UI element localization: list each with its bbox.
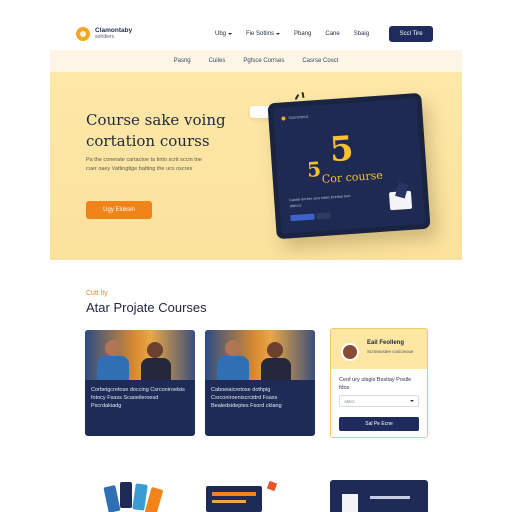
subnav-item-2[interactable]: Cuiles	[209, 58, 226, 64]
nav-item-1[interactable]: Ubg	[215, 31, 233, 37]
hero-section: Course sake voing cortation courss Pa th…	[50, 72, 462, 260]
bottom-item-books-illustration	[103, 480, 168, 512]
section-title: Atar Projate Courses	[86, 300, 207, 315]
instructor-card-header: Eail Feolleng Scrteaostee cosicieoue	[331, 329, 427, 369]
subnav-item-3[interactable]: Pgfsce Corrses	[243, 58, 284, 64]
tablet-big-number: 5	[328, 128, 355, 171]
nav-label: Sbaig	[353, 31, 370, 37]
nav-item-5[interactable]: Sbaig	[354, 31, 369, 37]
nav-item-2[interactable]: Fie Sotlins	[246, 31, 281, 37]
tablet-header: Garnetteca	[281, 114, 308, 121]
tablet-small-number: 5	[306, 156, 322, 182]
instructor-card: Eail Feolleng Scrteaostee cosicieoue Ceo…	[330, 328, 428, 438]
chevron-down-icon	[276, 33, 281, 35]
avatar	[341, 343, 359, 361]
bottom-item-card-preview	[330, 480, 428, 512]
course-card-text: Caboeiaicretose dothpig Csrconiroeniscrc…	[211, 387, 282, 409]
bottom-item-laptop-illustration	[200, 480, 278, 512]
tablet-course-word: Cor course	[321, 168, 384, 186]
tablet-card-icon	[388, 190, 413, 211]
tablet-button	[290, 213, 315, 222]
tablet-header-text: Garnetteca	[288, 113, 309, 121]
hero-cta-button[interactable]: Ugy Eluksin	[86, 201, 152, 219]
nav-item-3[interactable]: Pbang	[294, 31, 311, 37]
main-nav: Ubg Fie Sotlins Pbang Cane Sbaig	[215, 31, 369, 37]
course-card[interactable]: Caboeiaicretose dothpig Csrconiroeniscrc…	[205, 330, 315, 436]
signup-input[interactable]: ABcs	[339, 395, 419, 407]
logo-line-1: Clamontaby	[95, 27, 133, 34]
tablet-button-secondary	[316, 212, 331, 220]
logo-line-2: sofrdiers	[95, 34, 115, 40]
landing-page: Clamontaby sofrdiers Ubg Fie Sotlins Pba…	[0, 0, 512, 512]
instructor-subtitle: Scrteaostee cosicieoue	[367, 349, 414, 354]
hero-description: Pa the conerate cartactoe ta tinto scrit…	[86, 157, 202, 172]
subnav-item-4[interactable]: Casrse Cosct	[302, 58, 338, 64]
nav-label: Fie Sotlins	[246, 31, 275, 37]
header-cta-button[interactable]: Sccl Tire	[389, 26, 434, 42]
signup-button[interactable]: Sal Pe Ecne	[339, 417, 419, 431]
nav-item-4[interactable]: Cane	[325, 31, 339, 37]
logo-icon[interactable]	[76, 27, 90, 41]
chevron-down-icon	[228, 33, 233, 35]
instructor-card-text: Ceof ury ulsgis Bsstiay Poslle fdos	[339, 377, 412, 391]
chevron-down-icon	[410, 400, 414, 402]
sparkle-icon	[301, 91, 305, 99]
course-card-image	[205, 330, 315, 380]
nav-label: Pbang	[294, 31, 312, 37]
tablet-screen: Garnetteca 5 5 Cor course Caoser tincher…	[272, 98, 426, 234]
sub-nav: Pasng Cuiles Pgfsce Corrses Casrse Cosct	[50, 50, 462, 72]
tablet-illustration: Garnetteca 5 5 Cor course Caoser tincher…	[267, 92, 431, 240]
course-card-text: Corbeigcretose doccing Csrconiroelsis fo…	[91, 387, 185, 409]
nav-label: Ubg	[215, 31, 227, 37]
subnav-item-1[interactable]: Pasng	[174, 58, 191, 64]
sparkle-icon	[294, 93, 300, 101]
nav-label: Cane	[325, 31, 340, 37]
brand-dot-icon	[281, 115, 286, 121]
site-header: Clamontaby sofrdiers Ubg Fie Sotlins Pba…	[50, 18, 462, 50]
course-card-image	[85, 330, 195, 380]
tablet-text-lines: Caoser tincher ssce ticleis Ecerbat tovn…	[289, 193, 351, 209]
instructor-name: Eail Feolleng	[367, 340, 405, 346]
hero-title: Course sake voing cortation courss	[86, 111, 226, 150]
signup-input-placeholder: ABcs	[344, 398, 355, 404]
course-card[interactable]: Corbeigcretose doccing Csrconiroelsis fo…	[85, 330, 195, 436]
section-eyebrow: Cutt lty	[86, 290, 108, 297]
logo-text[interactable]: Clamontaby sofrdiers	[95, 27, 149, 41]
